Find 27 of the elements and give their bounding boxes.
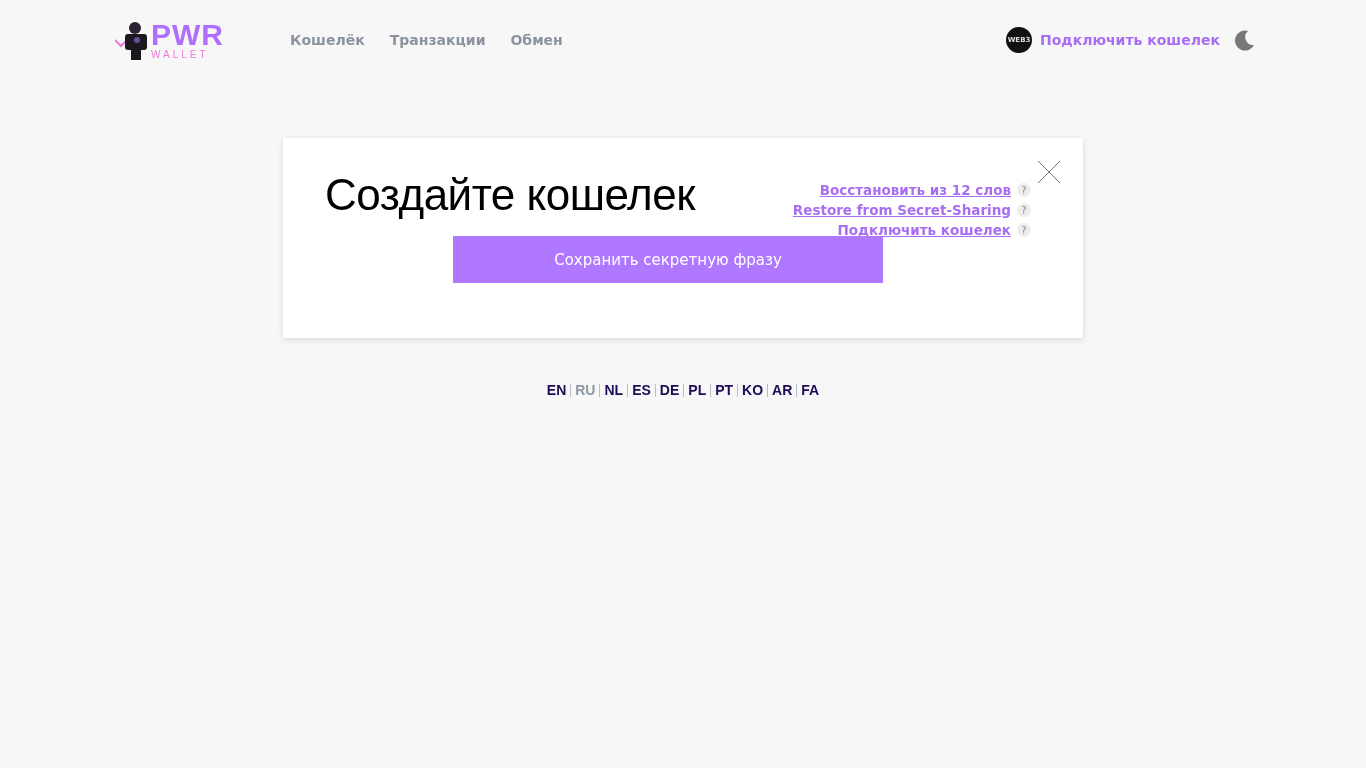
- language-link[interactable]: PT: [715, 382, 734, 398]
- language-link[interactable]: FA: [801, 382, 820, 398]
- nav-link[interactable]: Транзакции: [389, 32, 486, 48]
- moon-icon[interactable]: [1234, 29, 1256, 51]
- connect-wallet-link[interactable]: Подключить кошелек: [1040, 32, 1220, 48]
- nav-link[interactable]: Кошелёк: [290, 32, 365, 48]
- language-link[interactable]: KO: [742, 382, 764, 398]
- language-link[interactable]: EN: [546, 382, 567, 398]
- mascot-icon: [115, 20, 149, 60]
- card-title: Создайте кошелек: [325, 170, 695, 220]
- language-link[interactable]: NL: [604, 382, 624, 398]
- logo-subtext: WALLET: [151, 48, 209, 60]
- language-link[interactable]: RU: [575, 382, 596, 398]
- restore-link[interactable]: Restore from Secret-Sharing: [792, 202, 1011, 218]
- help-badge[interactable]: ?: [1017, 183, 1031, 197]
- language-link[interactable]: ES: [632, 382, 651, 398]
- help-badge[interactable]: ?: [1017, 203, 1031, 217]
- close-icon[interactable]: [1037, 160, 1061, 184]
- restore-link[interactable]: Подключить кошелек: [837, 222, 1011, 238]
- save-phrase-button[interactable]: Сохранить секретную фразу: [453, 236, 883, 283]
- logo-text: PWR: [151, 20, 224, 49]
- language-link[interactable]: PL: [688, 382, 707, 398]
- language-link[interactable]: AR: [772, 382, 793, 398]
- language-link[interactable]: DE: [659, 382, 680, 398]
- restore-link[interactable]: Восстановить из 12 слов: [819, 182, 1011, 198]
- nav-link[interactable]: Обмен: [510, 32, 563, 48]
- help-badge[interactable]: ?: [1017, 223, 1031, 237]
